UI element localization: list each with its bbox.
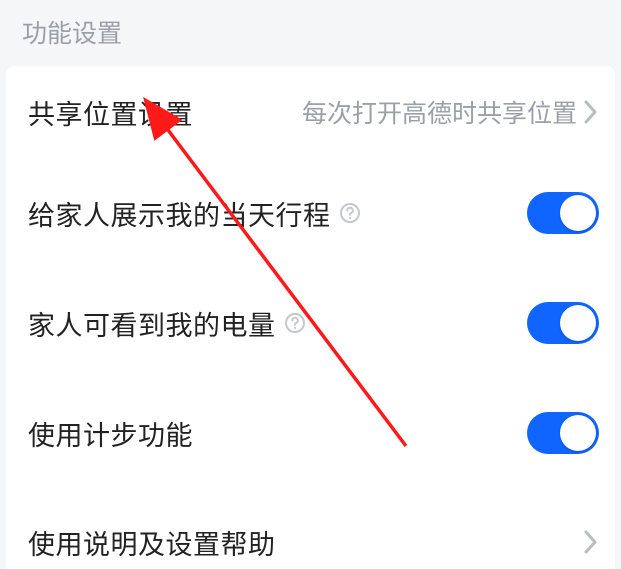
row-show-schedule-right [527,192,599,234]
section-title: 功能设置 [0,0,621,60]
show-schedule-toggle[interactable] [527,192,599,234]
row-share-location[interactable]: 共享位置设置 每次打开高德时共享位置 [6,66,615,158]
toggle-knob [560,305,596,341]
chevron-right-icon [583,527,599,557]
step-counter-toggle[interactable] [527,412,599,454]
row-show-battery-left: 家人可看到我的电量 [28,304,306,343]
show-schedule-label: 给家人展示我的当天行程 [28,194,331,233]
help-icon[interactable] [284,312,306,334]
row-step-counter-left: 使用计步功能 [28,414,193,453]
row-step-counter: 使用计步功能 [6,378,615,488]
settings-card: 共享位置设置 每次打开高德时共享位置 给家人展示我的当天行程 家人可看到我的电量 [6,66,615,569]
row-help[interactable]: 使用说明及设置帮助 [6,488,615,569]
row-show-schedule: 给家人展示我的当天行程 [6,158,615,268]
help-icon[interactable] [339,202,361,224]
row-show-schedule-left: 给家人展示我的当天行程 [28,194,361,233]
row-show-battery: 家人可看到我的电量 [6,268,615,378]
share-location-label: 共享位置设置 [28,93,193,132]
share-location-value: 每次打开高德时共享位置 [302,94,577,130]
section-title-text: 功能设置 [22,20,122,48]
toggle-knob [560,415,596,451]
chevron-right-icon [583,97,599,127]
row-share-location-right: 每次打开高德时共享位置 [302,94,599,130]
show-battery-toggle[interactable] [527,302,599,344]
row-help-left: 使用说明及设置帮助 [28,523,276,562]
row-step-counter-right [527,412,599,454]
row-share-location-left: 共享位置设置 [28,93,193,132]
help-label: 使用说明及设置帮助 [28,523,276,562]
show-battery-label: 家人可看到我的电量 [28,304,276,343]
row-show-battery-right [527,302,599,344]
toggle-knob [560,195,596,231]
row-help-right [583,527,599,557]
step-counter-label: 使用计步功能 [28,414,193,453]
